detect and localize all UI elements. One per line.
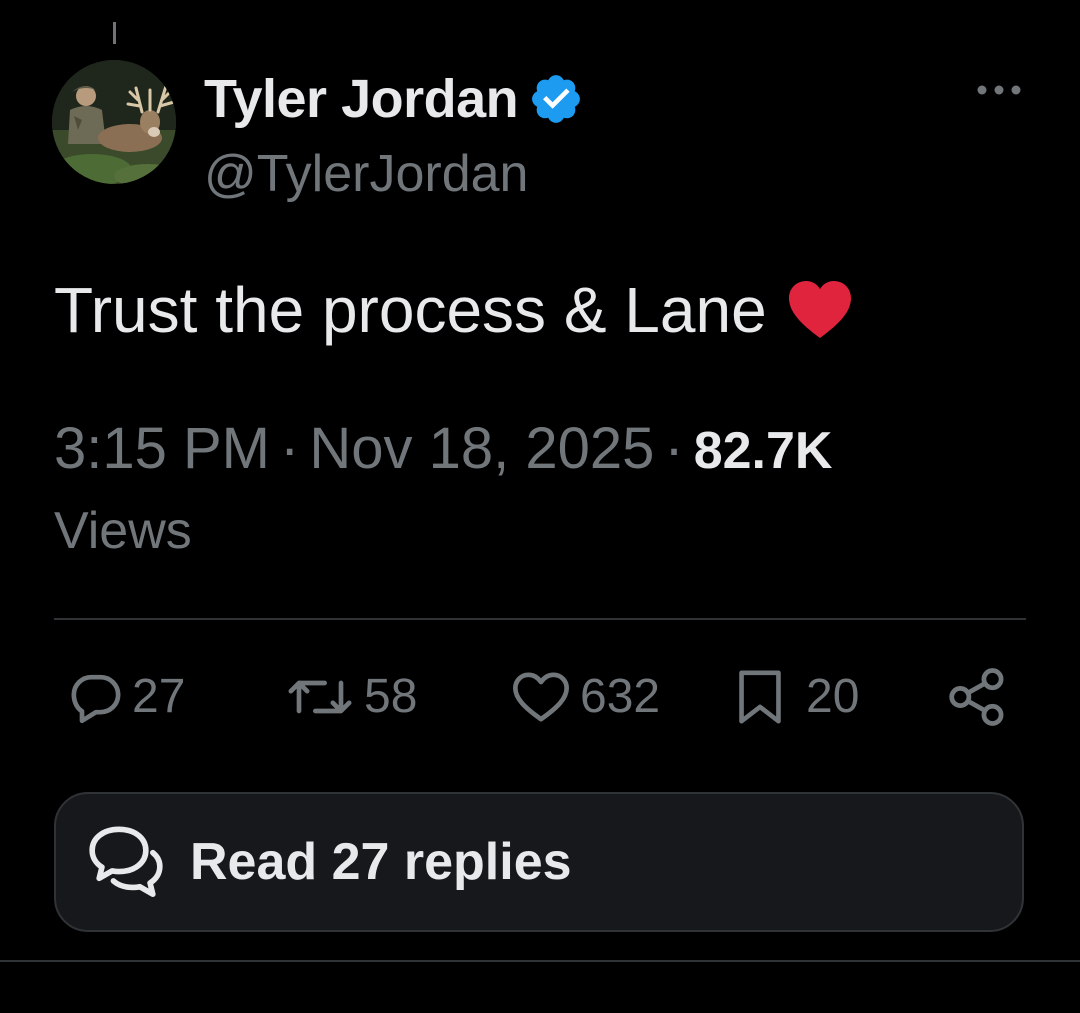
scroll-indicator bbox=[113, 22, 116, 44]
bookmark-button[interactable]: 20 bbox=[732, 664, 859, 730]
avatar[interactable] bbox=[52, 60, 176, 184]
verified-badge-icon[interactable] bbox=[528, 71, 584, 127]
read-replies-button[interactable]: Read 27 replies bbox=[54, 792, 1024, 932]
repost-icon bbox=[284, 669, 356, 725]
divider bbox=[54, 618, 1026, 620]
views-label[interactable]: Views bbox=[54, 505, 192, 557]
tweet-text-content: Trust the process & Lane bbox=[54, 274, 767, 346]
author-name-row[interactable]: Tyler Jordan bbox=[204, 66, 584, 132]
repost-count: 58 bbox=[364, 670, 418, 723]
heart-icon bbox=[510, 669, 572, 725]
author-handle[interactable]: @TylerJordan bbox=[204, 148, 528, 200]
read-replies-label: Read 27 replies bbox=[190, 833, 572, 891]
tweet-meta: 3:15 PM · Nov 18, 2025 · 82.7K bbox=[54, 420, 832, 478]
tweet-time[interactable]: 3:15 PM bbox=[54, 416, 270, 481]
bookmark-icon bbox=[732, 667, 788, 727]
author-display-name[interactable]: Tyler Jordan bbox=[204, 72, 519, 126]
reply-count: 27 bbox=[132, 670, 186, 723]
red-heart-emoji-icon bbox=[787, 280, 853, 340]
like-button[interactable]: 632 bbox=[510, 664, 660, 730]
more-options-icon[interactable] bbox=[974, 78, 1024, 102]
like-count: 632 bbox=[580, 670, 661, 723]
views-count[interactable]: 82.7K bbox=[694, 422, 833, 480]
repost-button[interactable]: 58 bbox=[284, 664, 417, 730]
share-button[interactable] bbox=[946, 664, 1008, 730]
tweet-date[interactable]: Nov 18, 2025 bbox=[309, 416, 654, 481]
bottom-divider bbox=[0, 960, 1080, 962]
speech-bubbles-icon bbox=[84, 820, 168, 904]
reply-button[interactable]: 27 bbox=[68, 664, 185, 730]
meta-separator: · bbox=[664, 416, 684, 481]
meta-separator: · bbox=[280, 416, 300, 481]
avatar-image bbox=[52, 60, 176, 184]
reply-icon bbox=[68, 669, 124, 725]
share-icon bbox=[946, 666, 1008, 728]
action-bar: 27 58 632 20 bbox=[0, 664, 1080, 730]
bookmark-count: 20 bbox=[806, 670, 860, 723]
tweet-text: Trust the process & Lane bbox=[54, 278, 853, 342]
